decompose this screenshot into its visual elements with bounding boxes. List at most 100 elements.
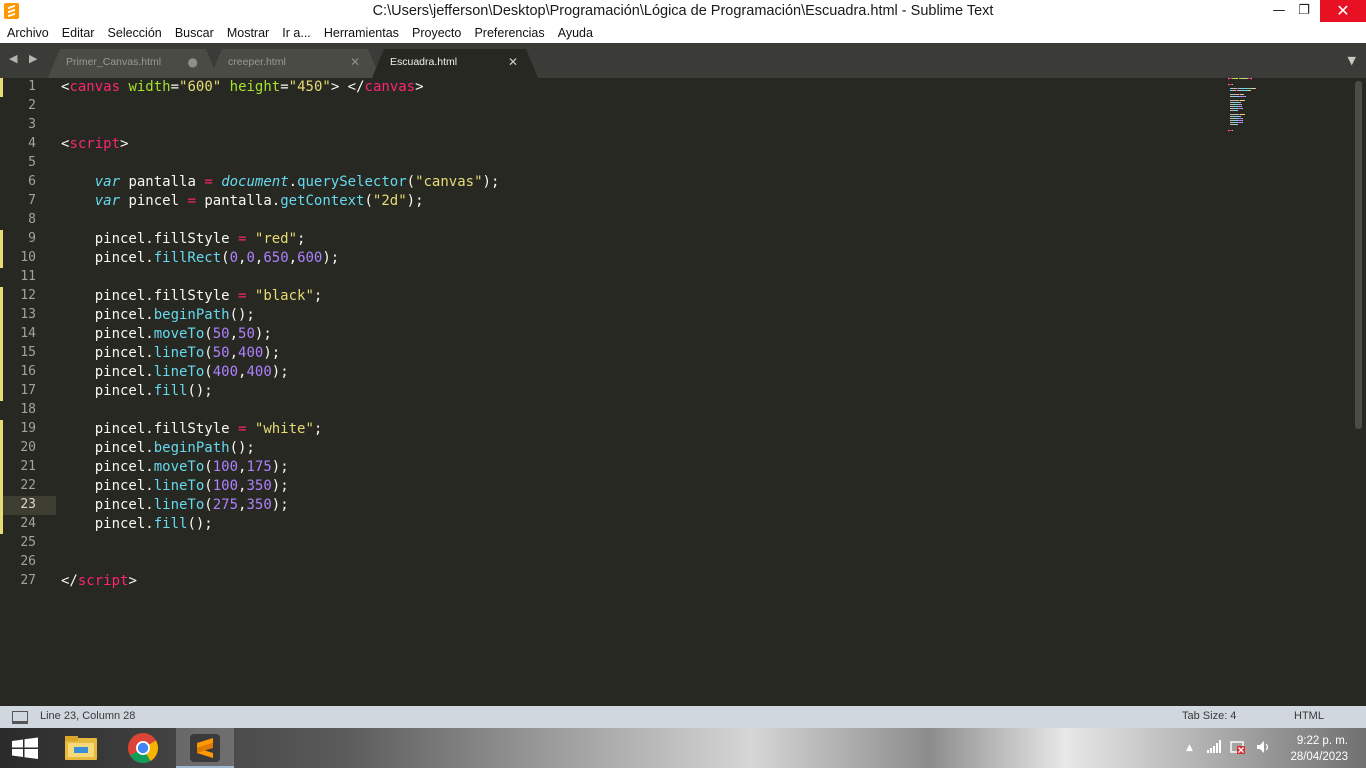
line-number: 16: [20, 364, 36, 379]
code-token: "red": [254, 231, 298, 247]
code-token: fill: [153, 516, 188, 532]
menu-proyecto[interactable]: Proyecto: [412, 22, 461, 40]
minimap-line: [1232, 130, 1233, 131]
line-number: 26: [20, 554, 36, 569]
menu-preferencias[interactable]: Preferencias: [474, 22, 544, 40]
code-line[interactable]: <canvas width="600" height="450"> </canv…: [61, 78, 424, 97]
tab-label: Escuadra.html: [390, 56, 458, 68]
line-number: 24: [20, 516, 36, 531]
code-token: 400: [212, 364, 239, 380]
code-line[interactable]: pincel.moveTo(100,175);: [61, 458, 289, 477]
code-token: beginPath: [153, 307, 230, 323]
code-line[interactable]: pincel.fillStyle = "white";: [61, 420, 323, 439]
syntax-indicator[interactable]: HTML: [1294, 710, 1324, 722]
code-token: height: [229, 79, 281, 95]
code-token: pantalla: [120, 174, 205, 190]
maximize-button[interactable]: ❐: [1287, 0, 1321, 22]
line-number: 25: [20, 535, 36, 550]
tab-dropdown-icon[interactable]: ▼: [1348, 54, 1356, 67]
code-token: .: [288, 174, 298, 190]
minimap-line: [1243, 114, 1245, 115]
code-line[interactable]: pincel.fill();: [61, 515, 213, 534]
minimap[interactable]: [1226, 78, 1286, 138]
code-line[interactable]: pincel.fillStyle = "black";: [61, 287, 323, 306]
line-number: 10: [20, 250, 36, 265]
code-token: (: [204, 478, 213, 494]
code-token: );: [271, 478, 289, 494]
menu-editar[interactable]: Editar: [62, 22, 95, 40]
code-token: 50: [212, 326, 230, 342]
close-button[interactable]: ✕: [1320, 0, 1366, 22]
code-line[interactable]: var pantalla = document.querySelector("c…: [61, 173, 500, 192]
tab-primer-canvas[interactable]: Primer_Canvas.html ●: [48, 49, 218, 78]
code-token: 50: [238, 326, 255, 342]
menu-ir-a[interactable]: Ir a...: [282, 22, 310, 40]
line-number: 21: [20, 459, 36, 474]
code-line[interactable]: var pincel = pantalla.getContext("2d");: [61, 192, 424, 211]
minimap-line: [1241, 118, 1243, 119]
code-line[interactable]: pincel.lineTo(400,400);: [61, 363, 289, 382]
tab-size-indicator[interactable]: Tab Size: 4: [1182, 710, 1236, 722]
menu-buscar[interactable]: Buscar: [175, 22, 214, 40]
tab-nav-arrows-icon[interactable]: ◀ ▶: [9, 52, 41, 65]
taskbar-chrome[interactable]: [114, 728, 172, 768]
code-line[interactable]: </script>: [61, 572, 137, 591]
code-token: ,: [229, 345, 239, 361]
menu-herramientas[interactable]: Herramientas: [324, 22, 399, 40]
code-token: );: [482, 174, 500, 190]
code-line[interactable]: pincel.lineTo(50,400);: [61, 344, 280, 363]
menu-mostrar[interactable]: Mostrar: [227, 22, 269, 40]
code-line[interactable]: pincel.lineTo(275,350);: [61, 496, 289, 515]
line-number: 18: [20, 402, 36, 417]
close-tab-icon[interactable]: ✕: [508, 55, 518, 69]
line-number: 1: [28, 79, 36, 94]
code-token: ,: [288, 250, 298, 266]
console-toggle-icon[interactable]: [12, 711, 28, 724]
menu-seleccion[interactable]: Selección: [108, 22, 162, 40]
code-token: lineTo: [153, 497, 205, 513]
menu-archivo[interactable]: Archivo: [7, 22, 49, 40]
line-number: 20: [20, 440, 36, 455]
code-line[interactable]: pincel.fill();: [61, 382, 213, 401]
menu-ayuda[interactable]: Ayuda: [558, 22, 593, 40]
taskbar-sublime-text[interactable]: [176, 728, 234, 768]
code-line[interactable]: pincel.fillRect(0,0,650,600);: [61, 249, 340, 268]
code-token: 400: [238, 345, 264, 361]
code-token: > </: [330, 79, 365, 95]
taskbar-file-explorer[interactable]: [52, 728, 110, 768]
code-line[interactable]: pincel.lineTo(100,350);: [61, 477, 289, 496]
code-token: ;: [313, 288, 323, 304]
code-line[interactable]: pincel.fillStyle = "red";: [61, 230, 306, 249]
code-line[interactable]: pincel.beginPath();: [61, 439, 255, 458]
code-token: =: [170, 79, 180, 95]
line-number: 27: [20, 573, 36, 588]
tab-escuadra[interactable]: Escuadra.html ✕: [372, 49, 538, 78]
minimap-line: [1241, 122, 1243, 123]
minimap-line: [1242, 94, 1244, 95]
volume-icon[interactable]: [1256, 740, 1272, 754]
unsaved-dot-icon[interactable]: ●: [188, 55, 198, 69]
code-line[interactable]: pincel.beginPath();: [61, 306, 255, 325]
vertical-scrollbar[interactable]: [1355, 81, 1362, 429]
close-tab-icon[interactable]: ✕: [350, 55, 360, 69]
network-disconnected-icon[interactable]: [1230, 740, 1246, 754]
code-token: fillRect: [153, 250, 222, 266]
code-editor[interactable]: 1 2 3 4 5 6 7 8 9 10 11 12 13 14 15 16 17 18 19 20 21 22 23 24 2…: [0, 78, 1366, 706]
show-hidden-icons-icon[interactable]: ▲: [1186, 743, 1193, 753]
code-token: ;: [297, 231, 306, 247]
code-token: pincel.: [61, 250, 154, 266]
title-bar: C:\Users\jefferson\Desktop\Programación\…: [0, 0, 1366, 22]
code-line[interactable]: pincel.moveTo(50,50);: [61, 325, 272, 344]
code-line[interactable]: <script>: [61, 135, 128, 154]
taskbar-clock[interactable]: 9:22 p. m. 28/04/2023: [1290, 733, 1348, 765]
line-number: 9: [28, 231, 36, 246]
start-button[interactable]: [0, 728, 50, 768]
minimap-line: [1245, 96, 1247, 97]
code-token: (: [204, 345, 213, 361]
window-title: C:\Users\jefferson\Desktop\Programación\…: [372, 3, 994, 19]
tab-creeper[interactable]: creeper.html ✕: [210, 49, 380, 78]
network-signal-icon[interactable]: [1206, 740, 1222, 754]
code-token: "white": [254, 421, 314, 437]
